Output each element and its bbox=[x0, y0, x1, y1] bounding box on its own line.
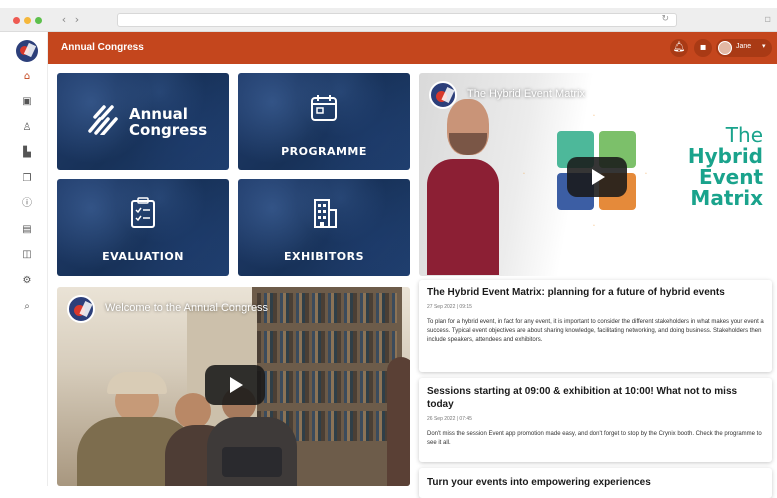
person-body bbox=[387, 357, 410, 486]
address-bar[interactable]: ↻ bbox=[117, 13, 677, 27]
play-button-icon[interactable] bbox=[567, 157, 627, 197]
person-cap bbox=[107, 372, 167, 394]
more-options-icon[interactable]: ⋮ bbox=[750, 87, 762, 101]
books-row bbox=[257, 293, 397, 323]
tile-programme-label: PROGRAMME bbox=[281, 145, 367, 158]
minimize-window-button[interactable] bbox=[24, 17, 31, 24]
maximize-window-button[interactable] bbox=[35, 17, 42, 24]
article-excerpt: Don't miss the session Event app promoti… bbox=[427, 431, 762, 446]
article-card[interactable]: Turn your events into empowering experie… bbox=[419, 468, 772, 498]
overlay-line-2: Hybrid bbox=[687, 144, 763, 168]
article-card[interactable]: Sessions starting at 09:00 & exhibition … bbox=[419, 378, 772, 462]
user-name: Jane bbox=[736, 43, 752, 50]
tile-congress-title: Annual Congress bbox=[129, 106, 207, 138]
overlay-line-4: Matrix bbox=[690, 186, 763, 210]
channel-logo[interactable] bbox=[67, 295, 95, 323]
video-title[interactable]: The Hybrid Event Matrix bbox=[467, 88, 585, 100]
info-icon[interactable]: ⓘ bbox=[20, 197, 34, 211]
messages-icon[interactable]: ▪ bbox=[694, 39, 712, 57]
video-title[interactable]: Welcome to the Annual Congress bbox=[105, 302, 268, 314]
app-header: Annual Congress 🔔︎ ▪ Jane ▾ bbox=[48, 32, 777, 64]
notifications-bell-icon[interactable]: 🔔︎ bbox=[670, 39, 688, 57]
congress-line-2: Congress bbox=[129, 121, 208, 139]
checklist-icon bbox=[131, 197, 155, 228]
video-welcome[interactable]: Welcome to the Annual Congress bbox=[57, 287, 410, 486]
video-hybrid-event-matrix[interactable]: ▫ ▫ ▫ ▫ The Hybrid Event Matrix The Hybr… bbox=[419, 73, 772, 276]
article-title[interactable]: The Hybrid Event Matrix: planning for a … bbox=[427, 286, 725, 299]
home-icon[interactable]: ⌂ bbox=[20, 70, 34, 84]
congress-line-1: Annual bbox=[129, 105, 188, 123]
calendar-icon[interactable]: ▣ bbox=[20, 95, 34, 109]
tile-exhibitors-label: EXHIBITORS bbox=[283, 250, 365, 263]
chevron-down-icon: ▾ bbox=[762, 42, 766, 50]
back-icon[interactable]: ‹ bbox=[58, 14, 70, 26]
matrix-label-left: ▫ bbox=[523, 171, 525, 177]
tile-exhibitors[interactable]: EXHIBITORS bbox=[238, 179, 410, 276]
presenter-figure bbox=[427, 159, 499, 275]
article-title[interactable]: Sessions starting at 09:00 & exhibition … bbox=[427, 385, 764, 411]
laptop bbox=[222, 447, 282, 477]
overlay-line-3: Event bbox=[698, 165, 763, 189]
new-tab-icon[interactable]: ▫ bbox=[764, 14, 771, 25]
books-row bbox=[257, 371, 397, 403]
search-icon[interactable]: ⌕ bbox=[20, 300, 34, 314]
tile-evaluation-label: EVALUATION bbox=[102, 250, 184, 263]
user-menu[interactable]: Jane ▾ bbox=[716, 39, 772, 57]
matrix-label-top: ▫ bbox=[593, 113, 595, 119]
app-title: Annual Congress bbox=[61, 42, 144, 53]
settings-icon[interactable]: ⚙︎ bbox=[20, 274, 34, 288]
article-date: 26 Sep 2022 | 07:45 bbox=[427, 416, 472, 422]
schedule-icon[interactable]: ▤ bbox=[20, 223, 34, 237]
calendar-icon bbox=[311, 95, 337, 121]
documents-icon[interactable]: ❐ bbox=[20, 172, 34, 186]
article-date: 27 Sep 2022 | 09:15 bbox=[427, 304, 472, 310]
congress-logo[interactable] bbox=[16, 40, 38, 62]
buildings-icon[interactable]: ▙ bbox=[20, 146, 34, 160]
tile-annual-congress[interactable]: Annual Congress bbox=[57, 73, 229, 170]
matrix-label-bottom: ▫ bbox=[593, 223, 595, 229]
sidebar: ⌂ ▣ ♙ ▙ ❐ ⓘ ▤ ◫ ⚙︎ ⌕ bbox=[0, 32, 48, 486]
article-card[interactable]: The Hybrid Event Matrix: planning for a … bbox=[419, 280, 772, 372]
tile-programme[interactable]: PROGRAMME bbox=[238, 73, 410, 170]
close-window-button[interactable] bbox=[13, 17, 20, 24]
channel-logo[interactable] bbox=[429, 81, 457, 109]
article-excerpt: To plan for a hybrid event, in fact for … bbox=[427, 319, 764, 343]
browser-toolbar: ‹ › ↻ ▫ bbox=[0, 8, 777, 32]
map-icon[interactable]: ◫ bbox=[20, 248, 34, 262]
matrix-label-right: ▫ bbox=[645, 171, 647, 177]
article-title[interactable]: Turn your events into empowering experie… bbox=[427, 476, 651, 489]
forward-icon[interactable]: › bbox=[71, 14, 83, 26]
books-row bbox=[257, 331, 397, 363]
building-icon bbox=[314, 199, 337, 228]
play-button-icon[interactable] bbox=[205, 365, 265, 405]
congress-logo-mark-icon bbox=[88, 105, 118, 135]
reload-icon[interactable]: ↻ bbox=[661, 14, 669, 24]
overlay-line-1: The bbox=[725, 123, 763, 147]
tile-evaluation[interactable]: EVALUATION bbox=[57, 179, 229, 276]
video-overlay-title: The Hybrid Event Matrix bbox=[663, 125, 763, 209]
person-icon[interactable]: ♙ bbox=[20, 121, 34, 135]
browser-window: ‹ › ↻ ▫ Annual Congress 🔔︎ ▪ Jane ▾ ⌂ ▣ … bbox=[0, 0, 777, 498]
avatar bbox=[718, 41, 732, 55]
